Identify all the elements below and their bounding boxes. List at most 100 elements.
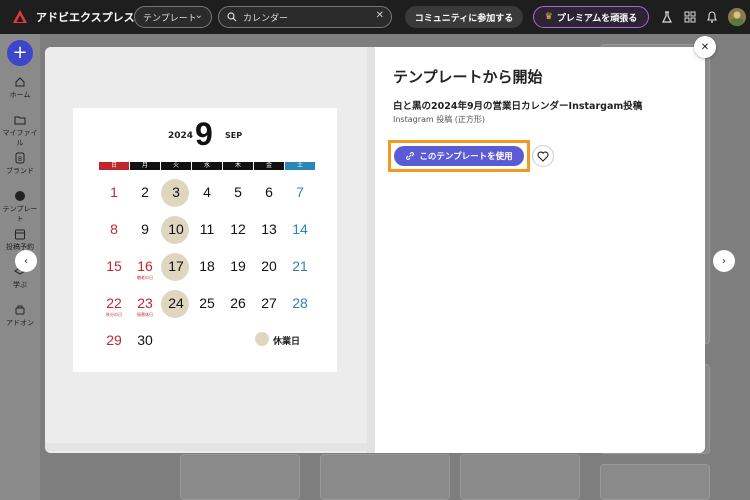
create-plus-button[interactable]: + <box>7 40 33 66</box>
background-card <box>180 454 300 500</box>
template-dropdown[interactable]: テンプレート ⌄ <box>134 6 212 28</box>
sidebar-item-templates[interactable]: テンプレート <box>0 190 40 224</box>
calendar-day: 8 <box>110 221 118 237</box>
svg-text:B: B <box>18 156 22 163</box>
weekday-sat: 土 <box>285 162 315 170</box>
crown-icon: ♛ <box>544 12 553 22</box>
calendar-day: 1 <box>110 184 118 200</box>
sidebar-item-label: 学ぶ <box>13 281 27 289</box>
calendar-day: 16 <box>137 258 153 274</box>
brand-name[interactable]: アドビエクスプレス <box>36 9 135 25</box>
sidebar-item-myfiles[interactable]: マイファイル <box>0 114 40 148</box>
calendar-day: 4 <box>203 184 211 200</box>
calendar-day: 20 <box>261 258 277 274</box>
use-template-button[interactable]: このテンプレートを使用 <box>394 146 524 166</box>
calendar-day: 26 <box>230 295 246 311</box>
calendar-day: 11 <box>199 221 215 237</box>
calendar-day: 14 <box>292 221 308 237</box>
calendar-day: 29 <box>106 332 122 348</box>
calendar-day: 30 <box>137 332 153 348</box>
calendar-day: 15 <box>106 258 122 274</box>
calendar-day: 2 <box>141 184 149 200</box>
premium-button[interactable]: ♛ プレミアムを頑張る <box>533 6 649 28</box>
calendar-day: 7 <box>296 184 304 200</box>
sidebar-item-brand[interactable]: B ブランド <box>0 152 40 176</box>
flask-icon[interactable] <box>660 10 674 24</box>
search-value: カレンダー <box>243 13 289 24</box>
background-card <box>460 454 580 500</box>
apps-grid-icon[interactable] <box>683 10 697 24</box>
calendar-icon <box>15 229 25 240</box>
calendar-day: 6 <box>265 184 273 200</box>
calendar-day: 23 <box>137 295 153 311</box>
sidebar-item-label: ホーム <box>9 91 31 99</box>
calendar-template-preview[interactable]: 2024 9 SEP 日 月 火 水 木 金 土 1 2 3 4 5 6 7 8 <box>73 108 337 372</box>
weekday-mon: 月 <box>130 162 160 170</box>
calendar-month-en: SEP <box>225 131 243 140</box>
calendar-day: 21 <box>292 258 308 274</box>
addon-icon <box>15 305 25 315</box>
search-icon <box>227 12 237 22</box>
calendar-day: 10 <box>168 221 184 237</box>
calendar-day: 3 <box>172 184 180 200</box>
heart-icon <box>537 151 549 162</box>
weekday-sun: 日 <box>99 162 129 170</box>
calendar-day: 27 <box>261 295 277 311</box>
horizontal-scrollbar[interactable] <box>45 443 367 451</box>
weekday-fri: 金 <box>254 162 284 170</box>
template-preview-pane: 2024 9 SEP 日 月 火 水 木 金 土 1 2 3 4 5 6 7 8 <box>45 47 375 453</box>
bell-icon[interactable] <box>705 10 719 24</box>
clear-icon[interactable]: ✕ <box>376 10 384 21</box>
chevron-down-icon: ⌄ <box>194 10 203 21</box>
adobe-express-logo[interactable] <box>12 9 28 25</box>
template-type: Instagram 投稿 (正方形) <box>393 115 486 124</box>
modal-title: テンプレートから開始 <box>393 68 543 86</box>
sidebar-item-label: ブランド <box>6 167 34 175</box>
weekday-thu: 木 <box>223 162 253 170</box>
calendar-day: 17 <box>168 258 184 274</box>
chevron-right-icon[interactable]: › <box>713 250 735 272</box>
use-template-highlight: このテンプレートを使用 <box>388 140 530 172</box>
sidebar-item-addons[interactable]: アドオン <box>0 304 40 328</box>
calendar-day: 9 <box>141 221 149 237</box>
folder-icon <box>14 116 26 125</box>
calendar-day: 28 <box>292 295 308 311</box>
template-modal: 2024 9 SEP 日 月 火 水 木 金 土 1 2 3 4 5 6 7 8 <box>45 47 705 453</box>
calendar-day: 13 <box>261 221 277 237</box>
premium-button-label: プレミアムを頑張る <box>556 13 638 24</box>
calendar-day: 24 <box>168 295 184 311</box>
calendar-day: 12 <box>230 221 246 237</box>
sidebar-item-label: マイファイル <box>2 129 38 147</box>
legend-label: 休業日 <box>273 337 301 347</box>
sidebar-item-label: アドオン <box>6 319 34 327</box>
calendar-day: 19 <box>230 258 246 274</box>
close-icon[interactable]: ✕ <box>694 36 716 58</box>
calendar-month: 9 <box>195 116 213 152</box>
holiday-note: 敬老の日 <box>137 275 153 280</box>
template-details-pane: テンプレートから開始 白と黒の2024年9月の営業日カレンダーInstargam… <box>375 47 705 453</box>
community-button[interactable]: コミュニティに参加する <box>405 6 523 28</box>
calendar-day: 5 <box>234 184 242 200</box>
weekday-tue: 火 <box>161 162 191 170</box>
holiday-note: 秋分の日 <box>106 312 122 317</box>
sidebar-item-home[interactable]: ホーム <box>0 76 40 100</box>
calendar-year: 2024 <box>168 131 194 141</box>
link-icon <box>406 152 415 160</box>
preview-scrollbar[interactable] <box>367 47 375 453</box>
avatar[interactable] <box>728 8 746 26</box>
legend-swatch <box>255 332 269 346</box>
template-dropdown-label: テンプレート <box>143 13 197 24</box>
background-card <box>600 464 710 500</box>
holiday-note: 振替休日 <box>137 312 153 317</box>
home-icon <box>15 77 25 87</box>
weekday-wed: 水 <box>192 162 222 170</box>
favorite-button[interactable] <box>532 145 554 167</box>
background-card <box>320 454 450 500</box>
calendar-day: 22 <box>106 295 122 311</box>
top-bar: アドビエクスプレス テンプレート ⌄ カレンダー ✕ コミュニティに参加する ♛… <box>0 0 750 34</box>
chevron-left-icon[interactable]: ‹ <box>15 250 37 272</box>
sidebar-item-schedule[interactable]: 投稿予約 <box>0 228 40 252</box>
template-name: 白と黒の2024年9月の営業日カレンダーInstargam投稿 <box>393 101 643 112</box>
search-input[interactable]: カレンダー ✕ <box>218 6 392 28</box>
brand-icon: B <box>15 152 25 164</box>
